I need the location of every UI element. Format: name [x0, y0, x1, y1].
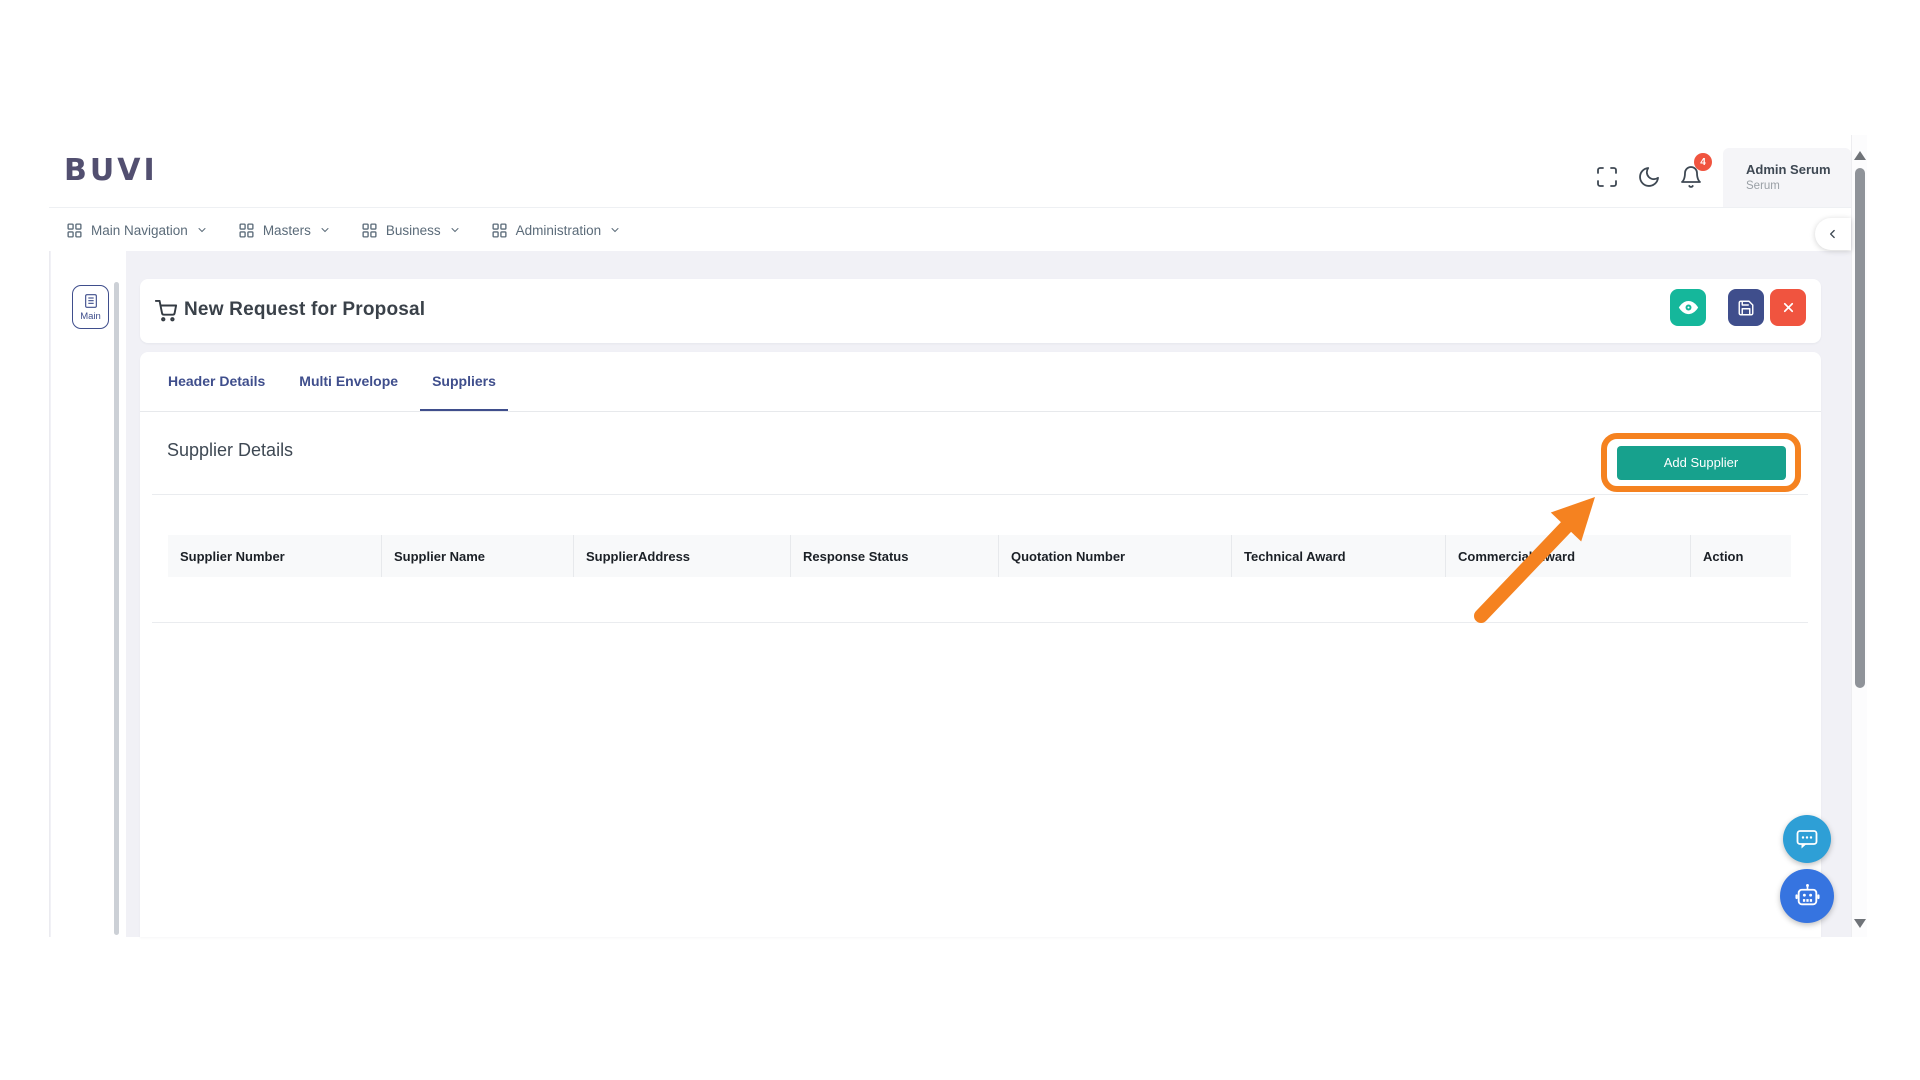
- section-divider: [152, 494, 1808, 495]
- app-header: BUVI 4 Admin Serum Serum: [49, 135, 1851, 208]
- column-header-commercial-award: Commercial Award: [1446, 535, 1691, 577]
- app-window: BUVI 4 Admin Serum Serum: [49, 135, 1867, 937]
- column-header-quotation-number: Quotation Number: [999, 535, 1232, 577]
- column-header-supplier-number: Supplier Number: [168, 535, 382, 577]
- add-supplier-button[interactable]: Add Supplier: [1617, 446, 1786, 480]
- nav-item-label: Business: [386, 223, 441, 238]
- tab-suppliers[interactable]: Suppliers: [420, 352, 508, 411]
- content-area: Main New Request for Proposal: [49, 251, 1851, 937]
- nav-item-main-navigation[interactable]: Main Navigation: [66, 222, 208, 239]
- grid-icon: [238, 222, 255, 239]
- document-icon: [83, 293, 99, 309]
- chat-widget-button[interactable]: [1783, 815, 1831, 863]
- chevron-down-icon: [449, 224, 461, 236]
- suppliers-table-header: Supplier Number Supplier Name SupplierAd…: [168, 535, 1791, 577]
- column-header-response-status: Response Status: [791, 535, 999, 577]
- tabs-bar: Header Details Multi Envelope Suppliers: [140, 352, 1821, 412]
- user-role: Serum: [1746, 180, 1851, 192]
- nav-item-masters[interactable]: Masters: [238, 222, 331, 239]
- eye-icon: [1678, 297, 1699, 318]
- save-icon: [1737, 299, 1755, 317]
- preview-button[interactable]: [1670, 289, 1706, 326]
- column-header-supplier-address: SupplierAddress: [574, 535, 791, 577]
- screenshot-canvas: BUVI 4 Admin Serum Serum: [0, 0, 1920, 1080]
- chevron-down-icon: [609, 224, 621, 236]
- save-button[interactable]: [1728, 289, 1764, 326]
- chevron-left-icon: [1826, 227, 1840, 241]
- left-sidebar: Main: [51, 251, 126, 937]
- app-logo: BUVI: [64, 153, 158, 188]
- scroll-up-icon[interactable]: [1854, 151, 1866, 160]
- section-title: Supplier Details: [167, 440, 293, 461]
- grid-icon: [361, 222, 378, 239]
- sidebar-scrollbar[interactable]: [114, 282, 119, 935]
- scrollbar-thumb[interactable]: [1855, 168, 1865, 688]
- chevron-down-icon: [196, 224, 208, 236]
- dark-mode-moon-icon[interactable]: [1637, 165, 1661, 189]
- page-scrollbar: [1851, 135, 1867, 937]
- user-menu[interactable]: Admin Serum Serum: [1723, 148, 1851, 207]
- table-bottom-divider: [152, 622, 1808, 623]
- page-title-card: New Request for Proposal: [140, 279, 1821, 343]
- tab-multi-envelope[interactable]: Multi Envelope: [287, 352, 410, 411]
- column-header-technical-award: Technical Award: [1232, 535, 1446, 577]
- close-button[interactable]: [1770, 289, 1806, 326]
- nav-item-label: Main Navigation: [91, 223, 188, 238]
- scroll-down-icon[interactable]: [1854, 919, 1866, 928]
- tab-header-details[interactable]: Header Details: [156, 352, 277, 411]
- user-name: Admin Serum: [1746, 162, 1851, 177]
- chevron-down-icon: [319, 224, 331, 236]
- collapse-panel-button[interactable]: [1815, 218, 1851, 250]
- grid-icon: [66, 222, 83, 239]
- fullscreen-icon[interactable]: [1595, 165, 1619, 189]
- nav-item-label: Administration: [516, 223, 602, 238]
- close-icon: [1781, 300, 1796, 315]
- sidebar-item-main[interactable]: Main: [72, 285, 109, 329]
- annotation-highlight-box: Add Supplier: [1601, 433, 1801, 492]
- top-nav-bar: Main Navigation Masters Business: [49, 209, 1851, 251]
- notification-count-badge: 4: [1694, 153, 1712, 171]
- grid-icon: [491, 222, 508, 239]
- chat-icon: [1795, 827, 1819, 851]
- column-header-action: Action: [1691, 535, 1791, 577]
- bot-icon: [1794, 883, 1821, 910]
- page-title: New Request for Proposal: [184, 299, 425, 321]
- nav-item-administration[interactable]: Administration: [491, 222, 622, 239]
- sidebar-item-label: Main: [80, 311, 101, 322]
- nav-item-business[interactable]: Business: [361, 222, 461, 239]
- nav-item-label: Masters: [263, 223, 311, 238]
- chatbot-button[interactable]: [1780, 869, 1834, 923]
- main-card: Header Details Multi Envelope Suppliers …: [140, 352, 1821, 937]
- column-header-supplier-name: Supplier Name: [382, 535, 574, 577]
- cart-icon: [155, 300, 177, 327]
